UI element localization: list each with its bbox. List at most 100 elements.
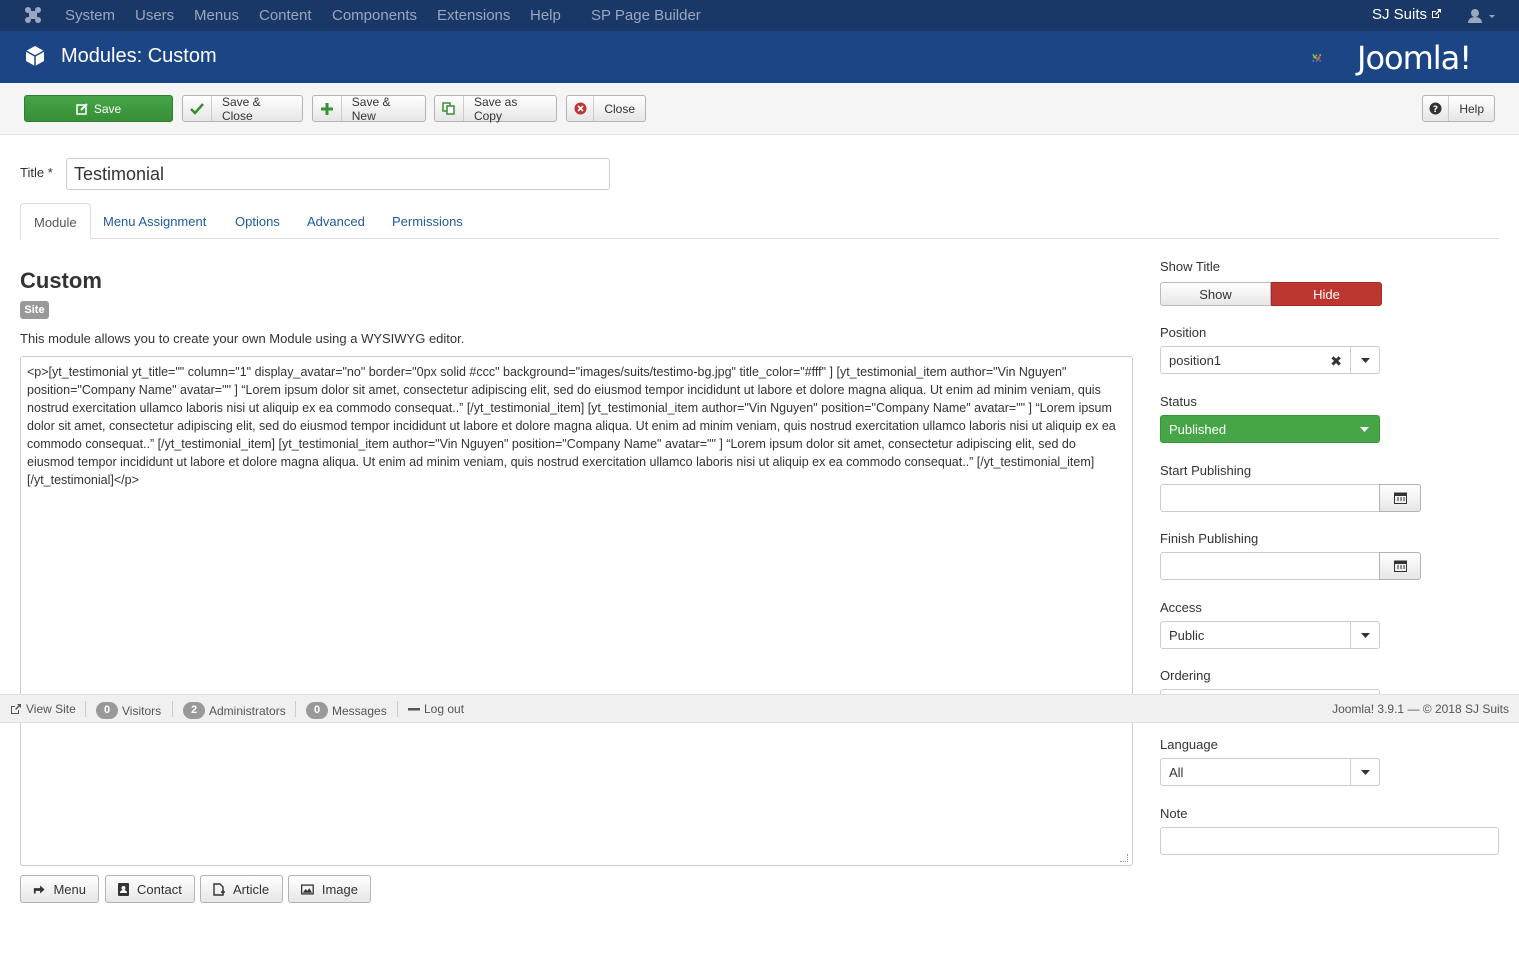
divider (85, 701, 86, 717)
tab-bar: Module Menu Assignment Options Advanced … (20, 203, 1499, 240)
version-info: Joomla! 3.9.1 — © 2018 SJ Suits (1332, 702, 1509, 716)
editor-content: <p>[yt_testimonial yt_title="" column="1… (27, 365, 1116, 487)
finish-publishing-input[interactable] (1160, 552, 1380, 580)
view-site-label: View Site (26, 702, 76, 716)
start-publishing-calendar-button[interactable] (1379, 484, 1421, 512)
address-book-icon (118, 882, 129, 896)
chevron-down-icon (1350, 347, 1379, 373)
chevron-down-icon (1350, 622, 1379, 648)
administrators-label: Administrators (209, 703, 286, 718)
minus-icon (408, 708, 420, 711)
menu-sp-page-builder[interactable]: SP Page Builder (591, 7, 701, 24)
title-label: Title * (20, 165, 53, 180)
module-type-title: Custom (20, 268, 102, 293)
page-title: Modules: Custom (61, 45, 217, 67)
language-label: Language (1160, 737, 1218, 752)
messages-indicator[interactable]: 0 Messages (306, 702, 387, 719)
menu-menus[interactable]: Menus (194, 7, 239, 24)
divider (295, 701, 296, 717)
start-publishing-label: Start Publishing (1160, 463, 1252, 478)
tab-menu-assignment[interactable]: Menu Assignment (90, 203, 219, 239)
status-label: Status (1160, 394, 1197, 409)
image-insert-button[interactable]: Image (288, 875, 371, 903)
module-description: This module allows you to create your ow… (20, 331, 465, 346)
messages-count: 0 (306, 702, 328, 719)
title-input[interactable] (66, 158, 610, 190)
menu-help[interactable]: Help (530, 7, 561, 24)
calendar-icon (1393, 492, 1407, 504)
clear-icon[interactable]: ✖ (1330, 353, 1342, 370)
menu-insert-button[interactable]: Menu (20, 875, 99, 903)
contact-insert-label: Contact (137, 881, 182, 897)
tab-module[interactable]: Module (20, 203, 91, 240)
cube-icon (25, 46, 45, 66)
edit-icon (76, 102, 88, 115)
menu-insert-label: Menu (53, 881, 86, 897)
close-circle-icon (567, 96, 595, 121)
tab-permissions[interactable]: Permissions (379, 203, 476, 239)
visitors-indicator[interactable]: 0 Visitors (96, 702, 161, 719)
joomla-logo-text: Joomla! (1357, 39, 1472, 77)
joomla-menu-icon[interactable] (24, 6, 42, 24)
image-icon (301, 883, 314, 895)
calendar-icon (1393, 560, 1407, 572)
site-link[interactable]: SJ Suits (1372, 6, 1442, 23)
menu-content[interactable]: Content (259, 7, 312, 24)
resize-grip-icon[interactable] (1120, 854, 1128, 862)
help-label: Help (1459, 101, 1484, 116)
help-icon: ? (1423, 96, 1450, 121)
save-button[interactable]: Save (24, 95, 173, 122)
menu-system[interactable]: System (65, 7, 115, 24)
menu-extensions[interactable]: Extensions (437, 7, 510, 24)
administrators-count: 2 (183, 702, 205, 719)
position-select[interactable]: position1 ✖ (1160, 346, 1380, 374)
checkmark-icon (183, 96, 212, 121)
ordering-label: Ordering (1160, 668, 1211, 683)
divider (172, 701, 173, 717)
logout-label: Log out (424, 702, 465, 716)
contact-insert-button[interactable]: Contact (105, 875, 195, 903)
status-bar: View Site 0 Visitors 2 Administrators 0 … (0, 694, 1519, 723)
show-title-hide-button[interactable]: Hide (1271, 282, 1382, 306)
copy-icon (435, 96, 464, 121)
access-select[interactable]: Public (1160, 621, 1380, 649)
start-publishing-input[interactable] (1160, 484, 1380, 512)
content-editor[interactable]: <p>[yt_testimonial yt_title="" column="1… (20, 356, 1133, 866)
chevron-down-icon (1350, 759, 1379, 785)
tab-options[interactable]: Options (222, 203, 293, 239)
position-label: Position (1160, 325, 1207, 340)
divider (397, 701, 398, 717)
status-select[interactable]: Published (1160, 415, 1380, 443)
menu-users[interactable]: Users (135, 7, 174, 24)
note-label: Note (1160, 806, 1188, 821)
administrators-indicator[interactable]: 2 Administrators (183, 702, 286, 719)
finish-publishing-calendar-button[interactable] (1379, 552, 1421, 580)
show-title-label: Show Title (1160, 259, 1220, 274)
joomla-logo-icon (1312, 54, 1322, 62)
note-input[interactable] (1160, 827, 1499, 855)
position-value: position1 (1169, 353, 1222, 368)
close-button[interactable]: Close (566, 95, 646, 122)
save-close-button[interactable]: Save & Close (182, 94, 303, 123)
logout-link[interactable]: Log out (408, 702, 464, 716)
file-add-icon (213, 882, 225, 896)
language-value: All (1169, 765, 1184, 780)
close-label: Close (604, 101, 635, 116)
menu-components[interactable]: Components (332, 7, 417, 24)
view-site-link[interactable]: View Site (10, 702, 76, 716)
article-insert-button[interactable]: Article (200, 875, 283, 903)
tab-advanced[interactable]: Advanced (294, 203, 378, 239)
share-icon (33, 884, 45, 894)
save-new-label: Save & New (351, 94, 391, 123)
language-select[interactable]: All (1160, 758, 1380, 786)
save-close-label: Save & Close (221, 94, 261, 123)
image-insert-label: Image (321, 881, 358, 897)
save-as-copy-button[interactable]: Save as Copy (434, 95, 557, 123)
save-new-button[interactable]: Save & New (312, 94, 426, 123)
save-label: Save (93, 101, 122, 116)
access-value: Public (1169, 628, 1205, 643)
show-title-show-button[interactable]: Show (1160, 282, 1271, 306)
help-button[interactable]: ? Help (1422, 95, 1495, 122)
svg-text:?: ? (1433, 105, 1438, 115)
user-menu-icon[interactable] (1467, 8, 1495, 24)
